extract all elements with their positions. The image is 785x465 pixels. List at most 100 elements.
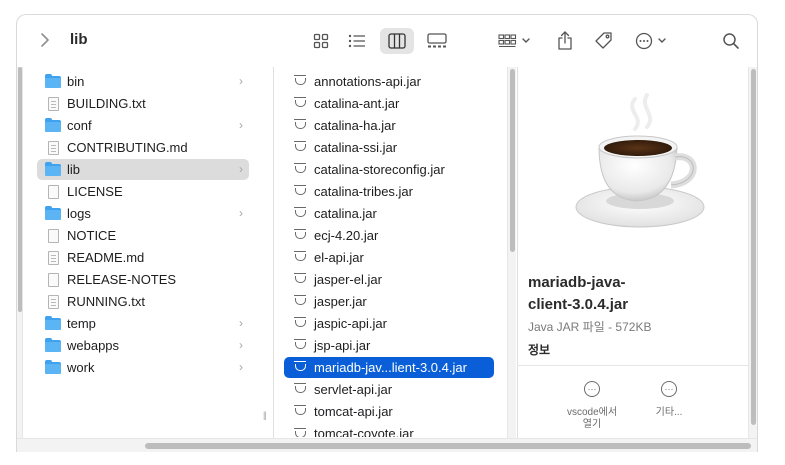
jar-file-icon (292, 119, 308, 133)
open-in-vscode-button[interactable]: ··· vscode에서 열기 (557, 381, 627, 431)
list-item[interactable]: CONTRIBUTING.md (37, 137, 249, 158)
jar-file-icon (292, 251, 308, 265)
jar-file-icon (292, 361, 308, 375)
document-icon (45, 228, 61, 243)
tag-icon (595, 32, 612, 49)
folder-icon (45, 205, 61, 221)
list-item[interactable]: servlet-api.jar (284, 379, 494, 400)
column-view-button[interactable] (380, 28, 414, 54)
chevron-right-icon: › (239, 316, 243, 330)
coffee-cup-icon (575, 93, 705, 228)
jar-file-icon (292, 75, 308, 89)
parent-folder-column: bin › BUILDING.txt conf › CONTRIBUTING.md … (17, 67, 267, 438)
folder-icon (45, 117, 61, 133)
left-edge-scrollbar[interactable] (17, 67, 23, 438)
list-item[interactable]: jaspic-api.jar (284, 313, 494, 334)
jar-file-icon (292, 141, 308, 155)
jar-file-icon (292, 317, 308, 331)
columns-icon (388, 33, 406, 49)
jar-file-icon (292, 273, 308, 287)
ellipsis-circle-icon (635, 32, 666, 50)
lib-folder-column: annotations-api.jar catalina-ant.jar cat… (273, 67, 513, 438)
scrollbar-thumb[interactable] (145, 443, 751, 449)
list-item[interactable]: work › (37, 357, 249, 378)
list-item[interactable]: jsp-api.jar (284, 335, 494, 356)
jar-file-icon (292, 405, 308, 419)
jar-file-icon (292, 427, 308, 437)
more-actions-button[interactable] (633, 28, 673, 54)
search-button[interactable] (719, 28, 743, 54)
more-info-link[interactable]: 정보 (528, 341, 550, 358)
list-item[interactable]: LICENSE (37, 181, 249, 202)
finder-window: lib bin › BUILDING.txt conf › CONTRIBUTI… (16, 14, 758, 452)
group-grid-icon (498, 34, 530, 48)
chevron-right-icon: › (239, 360, 243, 374)
window-title: lib (70, 31, 88, 48)
list-item[interactable]: jasper-el.jar (284, 269, 494, 290)
chevron-right-icon: › (239, 162, 243, 176)
list-item[interactable]: RUNNING.txt (37, 291, 249, 312)
list-item[interactable]: bin › (37, 71, 249, 92)
divider (517, 365, 748, 366)
horizontal-scrollbar[interactable] (17, 438, 757, 452)
forward-chevron-icon[interactable] (35, 29, 55, 51)
folder-icon (45, 359, 61, 375)
document-icon (45, 294, 61, 309)
jar-file-icon (292, 383, 308, 397)
gallery-icon (427, 33, 447, 48)
list-item[interactable]: temp › (37, 313, 249, 334)
folder-icon (45, 161, 61, 177)
icon-view-button[interactable] (307, 28, 335, 54)
chevron-right-icon: › (239, 74, 243, 88)
list-item-selected[interactable]: mariadb-jav...lient-3.0.4.jar (284, 357, 494, 378)
folder-icon (45, 337, 61, 353)
other-actions-button[interactable]: ··· 기타... (634, 381, 704, 419)
list-item[interactable]: README.md (37, 247, 249, 268)
preview-file-name: mariadb-java- client-3.0.4.jar (528, 274, 629, 313)
files-column-scrollbar[interactable] (507, 67, 516, 438)
jar-file-icon (292, 339, 308, 353)
search-icon (723, 33, 739, 49)
list-item[interactable]: catalina-ant.jar (284, 93, 494, 114)
list-item[interactable]: NOTICE (37, 225, 249, 246)
column-resize-handle[interactable]: || (263, 410, 267, 420)
list-item[interactable]: catalina-tribes.jar (284, 181, 494, 202)
list-item[interactable]: tomcat-api.jar (284, 401, 494, 422)
preview-scrollbar[interactable] (748, 67, 757, 438)
document-icon (45, 140, 61, 155)
list-item[interactable]: jasper.jar (284, 291, 494, 312)
list-item[interactable]: ecj-4.20.jar (284, 225, 494, 246)
document-icon (45, 250, 61, 265)
list-icon (348, 34, 365, 48)
list-item[interactable]: webapps › (37, 335, 249, 356)
document-icon (45, 272, 61, 287)
gallery-view-button[interactable] (422, 28, 452, 54)
list-item[interactable]: catalina-ha.jar (284, 115, 494, 136)
toolbar: lib (17, 15, 757, 67)
jar-file-icon (292, 229, 308, 243)
list-item[interactable]: annotations-api.jar (284, 71, 494, 92)
ellipsis-circle-icon: ··· (661, 381, 677, 397)
document-icon (45, 96, 61, 111)
list-item[interactable]: el-api.jar (284, 247, 494, 268)
list-item[interactable]: RELEASE-NOTES (37, 269, 249, 290)
list-item[interactable]: tomcat-coyote.jar (284, 423, 494, 437)
list-item-selected[interactable]: lib › (37, 159, 249, 180)
share-button[interactable] (552, 28, 578, 54)
list-item[interactable]: catalina.jar (284, 203, 494, 224)
chevron-right-icon: › (239, 118, 243, 132)
grid-icon (313, 33, 329, 49)
list-view-button[interactable] (343, 28, 371, 54)
tag-button[interactable] (591, 28, 617, 54)
list-item[interactable]: catalina-storeconfig.jar (284, 159, 494, 180)
jar-file-icon (292, 185, 308, 199)
jar-file-icon (292, 163, 308, 177)
group-button[interactable] (495, 28, 535, 54)
list-item[interactable]: BUILDING.txt (37, 93, 249, 114)
document-icon (45, 184, 61, 199)
folder-icon (45, 73, 61, 89)
list-item[interactable]: logs › (37, 203, 249, 224)
list-item[interactable]: catalina-ssi.jar (284, 137, 494, 158)
chevron-right-icon: › (239, 206, 243, 220)
list-item[interactable]: conf › (37, 115, 249, 136)
